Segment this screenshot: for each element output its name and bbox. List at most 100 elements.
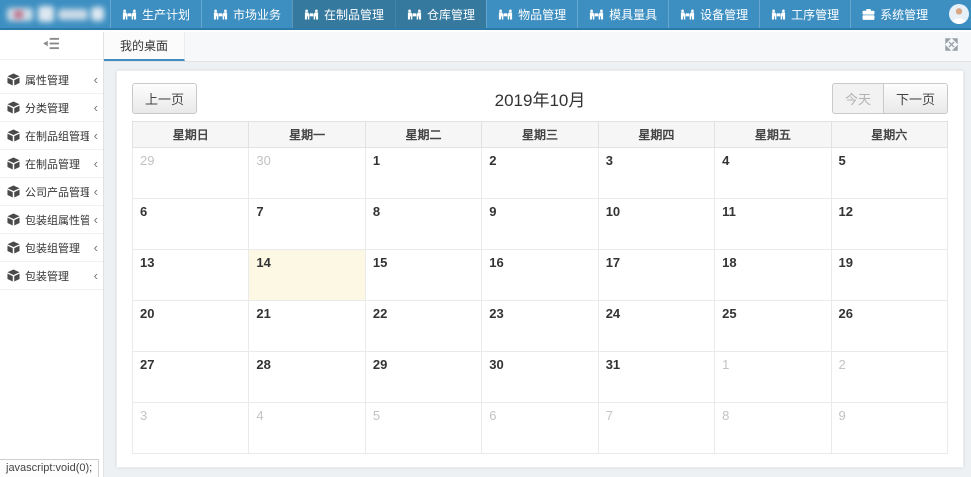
weekday-header: 星期日 bbox=[133, 122, 249, 148]
workers-icon bbox=[304, 9, 319, 20]
calendar-day-cell: 25 bbox=[715, 301, 831, 352]
chevron-left-icon: ‹ bbox=[94, 213, 98, 226]
calendar-day-cell: 8 bbox=[365, 199, 481, 250]
day-number: 28 bbox=[256, 357, 270, 372]
nav-item[interactable]: 系统管理 bbox=[850, 0, 939, 28]
calendar-table: 星期日星期一星期二星期三星期四星期五星期六 293012345678910111… bbox=[132, 121, 948, 454]
briefcase-icon bbox=[862, 9, 875, 20]
cube-icon bbox=[7, 269, 20, 282]
next-page-button[interactable]: 下一页 bbox=[883, 83, 948, 114]
workers-icon bbox=[498, 9, 513, 20]
nav-item-label: 仓库管理 bbox=[427, 6, 475, 23]
day-number: 4 bbox=[256, 408, 263, 423]
calendar-day-cell: 9 bbox=[482, 199, 598, 250]
weekday-header: 星期二 bbox=[365, 122, 481, 148]
sidebar-item[interactable]: 属性管理‹ bbox=[0, 66, 103, 94]
tab-bar: 我的桌面 bbox=[104, 32, 971, 62]
sidebar: 属性管理‹分类管理‹在制品组管理‹在制品管理‹公司产品管理‹包装组属性管理‹包装… bbox=[0, 32, 104, 477]
day-number: 7 bbox=[256, 204, 263, 219]
workers-icon bbox=[407, 9, 422, 20]
calendar-day-cell: 6 bbox=[482, 403, 598, 454]
sidebar-item[interactable]: 公司产品管理‹ bbox=[0, 178, 103, 206]
day-number: 7 bbox=[606, 408, 613, 423]
day-number: 16 bbox=[489, 255, 503, 270]
user-menu[interactable]: 管理员[管理员] bbox=[939, 0, 971, 28]
calendar-day-cell: 3 bbox=[133, 403, 249, 454]
chevron-left-icon: ‹ bbox=[94, 269, 98, 282]
status-hint: javascript:void(0); bbox=[0, 459, 99, 477]
nav-item[interactable]: 市场业务 bbox=[201, 0, 292, 28]
weekday-header: 星期五 bbox=[715, 122, 831, 148]
sidebar-item[interactable]: 包装组属性管理‹ bbox=[0, 206, 103, 234]
calendar-day-cell: 5 bbox=[365, 403, 481, 454]
calendar-day-cell: 30 bbox=[249, 148, 365, 199]
calendar-day-cell: 17 bbox=[598, 250, 714, 301]
nav-item-label: 物品管理 bbox=[518, 6, 566, 23]
day-number: 25 bbox=[722, 306, 736, 321]
day-number: 22 bbox=[373, 306, 387, 321]
sidebar-item[interactable]: 分类管理‹ bbox=[0, 94, 103, 122]
day-number: 9 bbox=[489, 204, 496, 219]
sidebar-item[interactable]: 包装管理 ‹ bbox=[0, 262, 103, 290]
day-number: 2 bbox=[839, 357, 846, 372]
nav-item[interactable]: 物品管理 bbox=[486, 0, 577, 28]
day-number: 6 bbox=[140, 204, 147, 219]
calendar-day-cell: 10 bbox=[598, 199, 714, 250]
day-number: 8 bbox=[722, 408, 729, 423]
today-button[interactable]: 今天 bbox=[832, 83, 884, 114]
nav-item[interactable]: 模具量具 bbox=[577, 0, 668, 28]
calendar-day-cell: 7 bbox=[598, 403, 714, 454]
nav-item[interactable]: 在制品管理 bbox=[292, 0, 395, 28]
calendar-day-cell: 22 bbox=[365, 301, 481, 352]
nav-item[interactable]: 仓库管理 bbox=[395, 0, 486, 28]
nav-item[interactable]: 生产计划 bbox=[110, 0, 201, 28]
nav-item-label: 在制品管理 bbox=[324, 6, 384, 23]
sidebar-collapse-button[interactable] bbox=[0, 32, 103, 60]
day-number: 8 bbox=[373, 204, 380, 219]
cube-icon bbox=[7, 101, 20, 114]
cube-icon bbox=[7, 129, 20, 142]
sidebar-item[interactable]: 包装组管理‹ bbox=[0, 234, 103, 262]
calendar-day-cell: 14 bbox=[249, 250, 365, 301]
calendar-day-cell: 31 bbox=[598, 352, 714, 403]
tab-my-desktop[interactable]: 我的桌面 bbox=[104, 32, 185, 61]
calendar-day-cell: 27 bbox=[133, 352, 249, 403]
collapse-menu-icon bbox=[43, 37, 60, 55]
day-number: 10 bbox=[606, 204, 620, 219]
calendar-day-cell: 7 bbox=[249, 199, 365, 250]
chevron-left-icon: ‹ bbox=[94, 185, 98, 198]
calendar-day-cell: 20 bbox=[133, 301, 249, 352]
day-number: 30 bbox=[256, 153, 270, 168]
cube-icon bbox=[7, 185, 20, 198]
day-number: 31 bbox=[606, 357, 620, 372]
sidebar-item[interactable]: 在制品组管理‹ bbox=[0, 122, 103, 150]
calendar-day-cell: 9 bbox=[831, 403, 947, 454]
app-logo bbox=[0, 0, 110, 28]
calendar-day-cell: 1 bbox=[365, 148, 481, 199]
calendar-nav-group: 今天 下一页 bbox=[832, 83, 948, 114]
calendar-day-cell: 2 bbox=[482, 148, 598, 199]
day-number: 17 bbox=[606, 255, 620, 270]
fullscreen-button[interactable] bbox=[945, 32, 971, 61]
calendar-day-cell: 13 bbox=[133, 250, 249, 301]
prev-page-button[interactable]: 上一页 bbox=[132, 83, 197, 114]
day-number: 2 bbox=[489, 153, 496, 168]
nav-item[interactable]: 工序管理 bbox=[759, 0, 850, 28]
weekday-header: 星期三 bbox=[482, 122, 598, 148]
sidebar-item-label: 包装组管理 bbox=[25, 240, 80, 256]
sidebar-item-label: 包装管理 bbox=[25, 268, 69, 284]
nav-item-label: 工序管理 bbox=[791, 6, 839, 23]
sidebar-item[interactable]: 在制品管理‹ bbox=[0, 150, 103, 178]
calendar-day-cell: 29 bbox=[365, 352, 481, 403]
sidebar-item-label: 在制品管理 bbox=[25, 156, 80, 172]
weekday-header: 星期六 bbox=[831, 122, 947, 148]
calendar-day-cell: 29 bbox=[133, 148, 249, 199]
nav-item[interactable]: 设备管理 bbox=[668, 0, 759, 28]
calendar-day-cell: 19 bbox=[831, 250, 947, 301]
calendar-day-cell: 18 bbox=[715, 250, 831, 301]
calendar-day-cell: 21 bbox=[249, 301, 365, 352]
calendar-card: 上一页 2019年10月 今天 下一页 星期日星期一星期二星期三星期四星期五星期… bbox=[116, 70, 964, 468]
calendar-day-cell: 12 bbox=[831, 199, 947, 250]
day-number: 1 bbox=[373, 153, 380, 168]
workers-icon bbox=[122, 9, 137, 20]
